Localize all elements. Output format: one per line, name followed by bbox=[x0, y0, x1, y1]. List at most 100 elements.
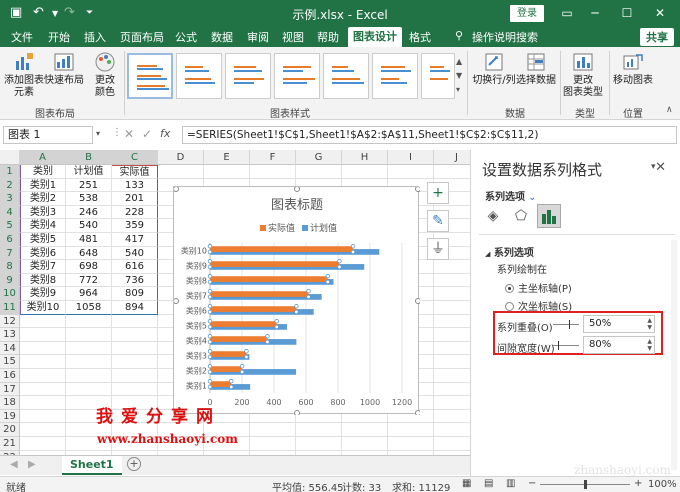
prev-sheet-icon[interactable]: ◀ bbox=[10, 459, 18, 470]
save-icon[interactable]: ▣ bbox=[10, 5, 22, 20]
close-icon[interactable]: ✕ bbox=[648, 3, 672, 23]
cell[interactable] bbox=[158, 165, 204, 179]
column-header-i[interactable]: I bbox=[388, 150, 434, 165]
column-header-f[interactable]: F bbox=[250, 150, 296, 165]
row-header[interactable]: 2 bbox=[0, 178, 20, 193]
customize-qat-icon[interactable]: ⏷ bbox=[86, 8, 93, 18]
data-cell[interactable]: 类别10 bbox=[20, 301, 66, 315]
cell[interactable] bbox=[434, 287, 470, 301]
ribbon-display-icon[interactable]: ▭ bbox=[555, 3, 579, 23]
row-header[interactable]: 13 bbox=[0, 328, 20, 342]
data-cell[interactable]: 538 bbox=[66, 192, 112, 206]
cell[interactable] bbox=[20, 369, 66, 383]
data-cell[interactable]: 246 bbox=[66, 205, 112, 220]
zoom-in-icon[interactable]: + bbox=[634, 478, 642, 489]
tab-file[interactable]: 文件 bbox=[11, 29, 33, 45]
data-cell[interactable]: 809 bbox=[112, 287, 158, 301]
cell[interactable] bbox=[388, 165, 434, 179]
tab-page-layout[interactable]: 页面布局 bbox=[120, 29, 164, 45]
select-data-button[interactable]: 选择数据 bbox=[516, 51, 556, 87]
cell[interactable] bbox=[66, 341, 112, 356]
cell[interactable] bbox=[434, 165, 470, 179]
data-cell[interactable]: 类别8 bbox=[20, 273, 66, 288]
cell[interactable] bbox=[434, 342, 470, 356]
fill-line-icon[interactable]: ◈ bbox=[481, 204, 505, 228]
column-header-j[interactable]: J bbox=[434, 150, 470, 165]
spin-up-icon[interactable]: ▲ bbox=[647, 338, 652, 345]
sheet-tab-sheet1[interactable]: Sheet1 bbox=[62, 456, 122, 475]
column-header-b[interactable]: B bbox=[66, 150, 112, 165]
row-header[interactable]: 5 bbox=[0, 219, 20, 233]
minimize-icon[interactable]: ─ bbox=[583, 3, 607, 23]
cell[interactable] bbox=[204, 165, 250, 179]
cell[interactable] bbox=[66, 369, 112, 383]
zoom-out-icon[interactable]: − bbox=[528, 478, 536, 489]
cell[interactable] bbox=[112, 355, 158, 369]
spin-up-icon[interactable]: ▲ bbox=[647, 317, 652, 324]
header-cell[interactable]: 类别 bbox=[20, 165, 66, 179]
zoom-level[interactable]: 100% bbox=[648, 479, 677, 490]
data-cell[interactable]: 类别1 bbox=[20, 178, 66, 193]
data-cell[interactable]: 481 bbox=[66, 233, 112, 247]
row-header[interactable]: 14 bbox=[0, 341, 20, 356]
cell[interactable] bbox=[388, 437, 434, 451]
data-cell[interactable]: 648 bbox=[66, 246, 112, 261]
tab-data[interactable]: 数据 bbox=[211, 29, 233, 45]
column-header-d[interactable]: D bbox=[158, 150, 204, 165]
data-cell[interactable]: 251 bbox=[66, 178, 112, 193]
page-layout-view-icon[interactable]: ▤ bbox=[484, 478, 493, 489]
header-cell[interactable]: 计划值 bbox=[66, 165, 112, 179]
cell[interactable] bbox=[66, 382, 112, 397]
change-chart-type-button[interactable]: 更改 图表类型 bbox=[563, 51, 603, 99]
data-cell[interactable]: 540 bbox=[112, 246, 158, 261]
cell[interactable] bbox=[434, 410, 470, 424]
data-cell[interactable]: 228 bbox=[112, 205, 158, 220]
primary-axis-radio[interactable]: 主坐标轴(P) bbox=[505, 280, 572, 295]
chart-style-3[interactable] bbox=[225, 53, 271, 99]
column-header-c[interactable]: C bbox=[112, 150, 158, 165]
chart-style-1[interactable] bbox=[127, 53, 173, 99]
select-all-corner[interactable] bbox=[0, 150, 20, 165]
cell[interactable] bbox=[250, 423, 296, 437]
row-header[interactable]: 3 bbox=[0, 192, 20, 206]
cell[interactable] bbox=[20, 423, 66, 437]
data-cell[interactable]: 133 bbox=[112, 178, 158, 193]
cell[interactable] bbox=[434, 274, 470, 288]
cell[interactable] bbox=[250, 437, 296, 451]
gap-width-input[interactable]: 80% ▲ ▼ bbox=[583, 336, 655, 354]
next-sheet-icon[interactable]: ▶ bbox=[28, 459, 36, 470]
chart-filters-icon[interactable]: ⏚ bbox=[427, 238, 449, 260]
cell[interactable] bbox=[434, 383, 470, 397]
cell[interactable] bbox=[20, 437, 66, 451]
collapse-ribbon-icon[interactable]: ∧ bbox=[666, 105, 673, 115]
chart-elements-icon[interactable]: + bbox=[427, 182, 449, 204]
name-box[interactable]: 图表 1 bbox=[3, 126, 93, 144]
tab-view[interactable]: 视图 bbox=[282, 29, 304, 45]
data-cell[interactable]: 359 bbox=[112, 219, 158, 233]
close-pane-icon[interactable]: ✕ bbox=[655, 160, 666, 175]
cell[interactable] bbox=[112, 369, 158, 383]
login-button[interactable]: 登录 bbox=[510, 5, 544, 22]
row-header[interactable]: 21 bbox=[0, 437, 20, 451]
cell[interactable] bbox=[434, 260, 470, 274]
header-cell[interactable]: 实际值 bbox=[112, 165, 158, 179]
data-cell[interactable]: 964 bbox=[66, 287, 112, 301]
cell[interactable] bbox=[20, 382, 66, 397]
cell[interactable] bbox=[434, 301, 470, 315]
chart-styles-brush-icon[interactable]: ✎ bbox=[427, 210, 449, 232]
cell[interactable] bbox=[20, 341, 66, 356]
tab-insert[interactable]: 插入 bbox=[84, 29, 106, 45]
cell[interactable] bbox=[434, 355, 470, 369]
cell[interactable] bbox=[112, 314, 158, 329]
cell[interactable] bbox=[342, 165, 388, 179]
row-header[interactable]: 8 bbox=[0, 260, 20, 274]
tab-help[interactable]: 帮助 bbox=[317, 29, 339, 45]
spin-down-icon[interactable]: ▼ bbox=[647, 324, 652, 331]
tab-home[interactable]: 开始 bbox=[48, 29, 70, 45]
chart-style-4[interactable] bbox=[274, 53, 320, 99]
cell[interactable] bbox=[296, 423, 342, 437]
section-series-options[interactable]: ◢ 系列选项 bbox=[485, 244, 534, 259]
tab-format[interactable]: 格式 bbox=[409, 29, 431, 45]
share-button[interactable]: 共享 bbox=[640, 28, 674, 46]
row-header[interactable]: 16 bbox=[0, 369, 20, 383]
